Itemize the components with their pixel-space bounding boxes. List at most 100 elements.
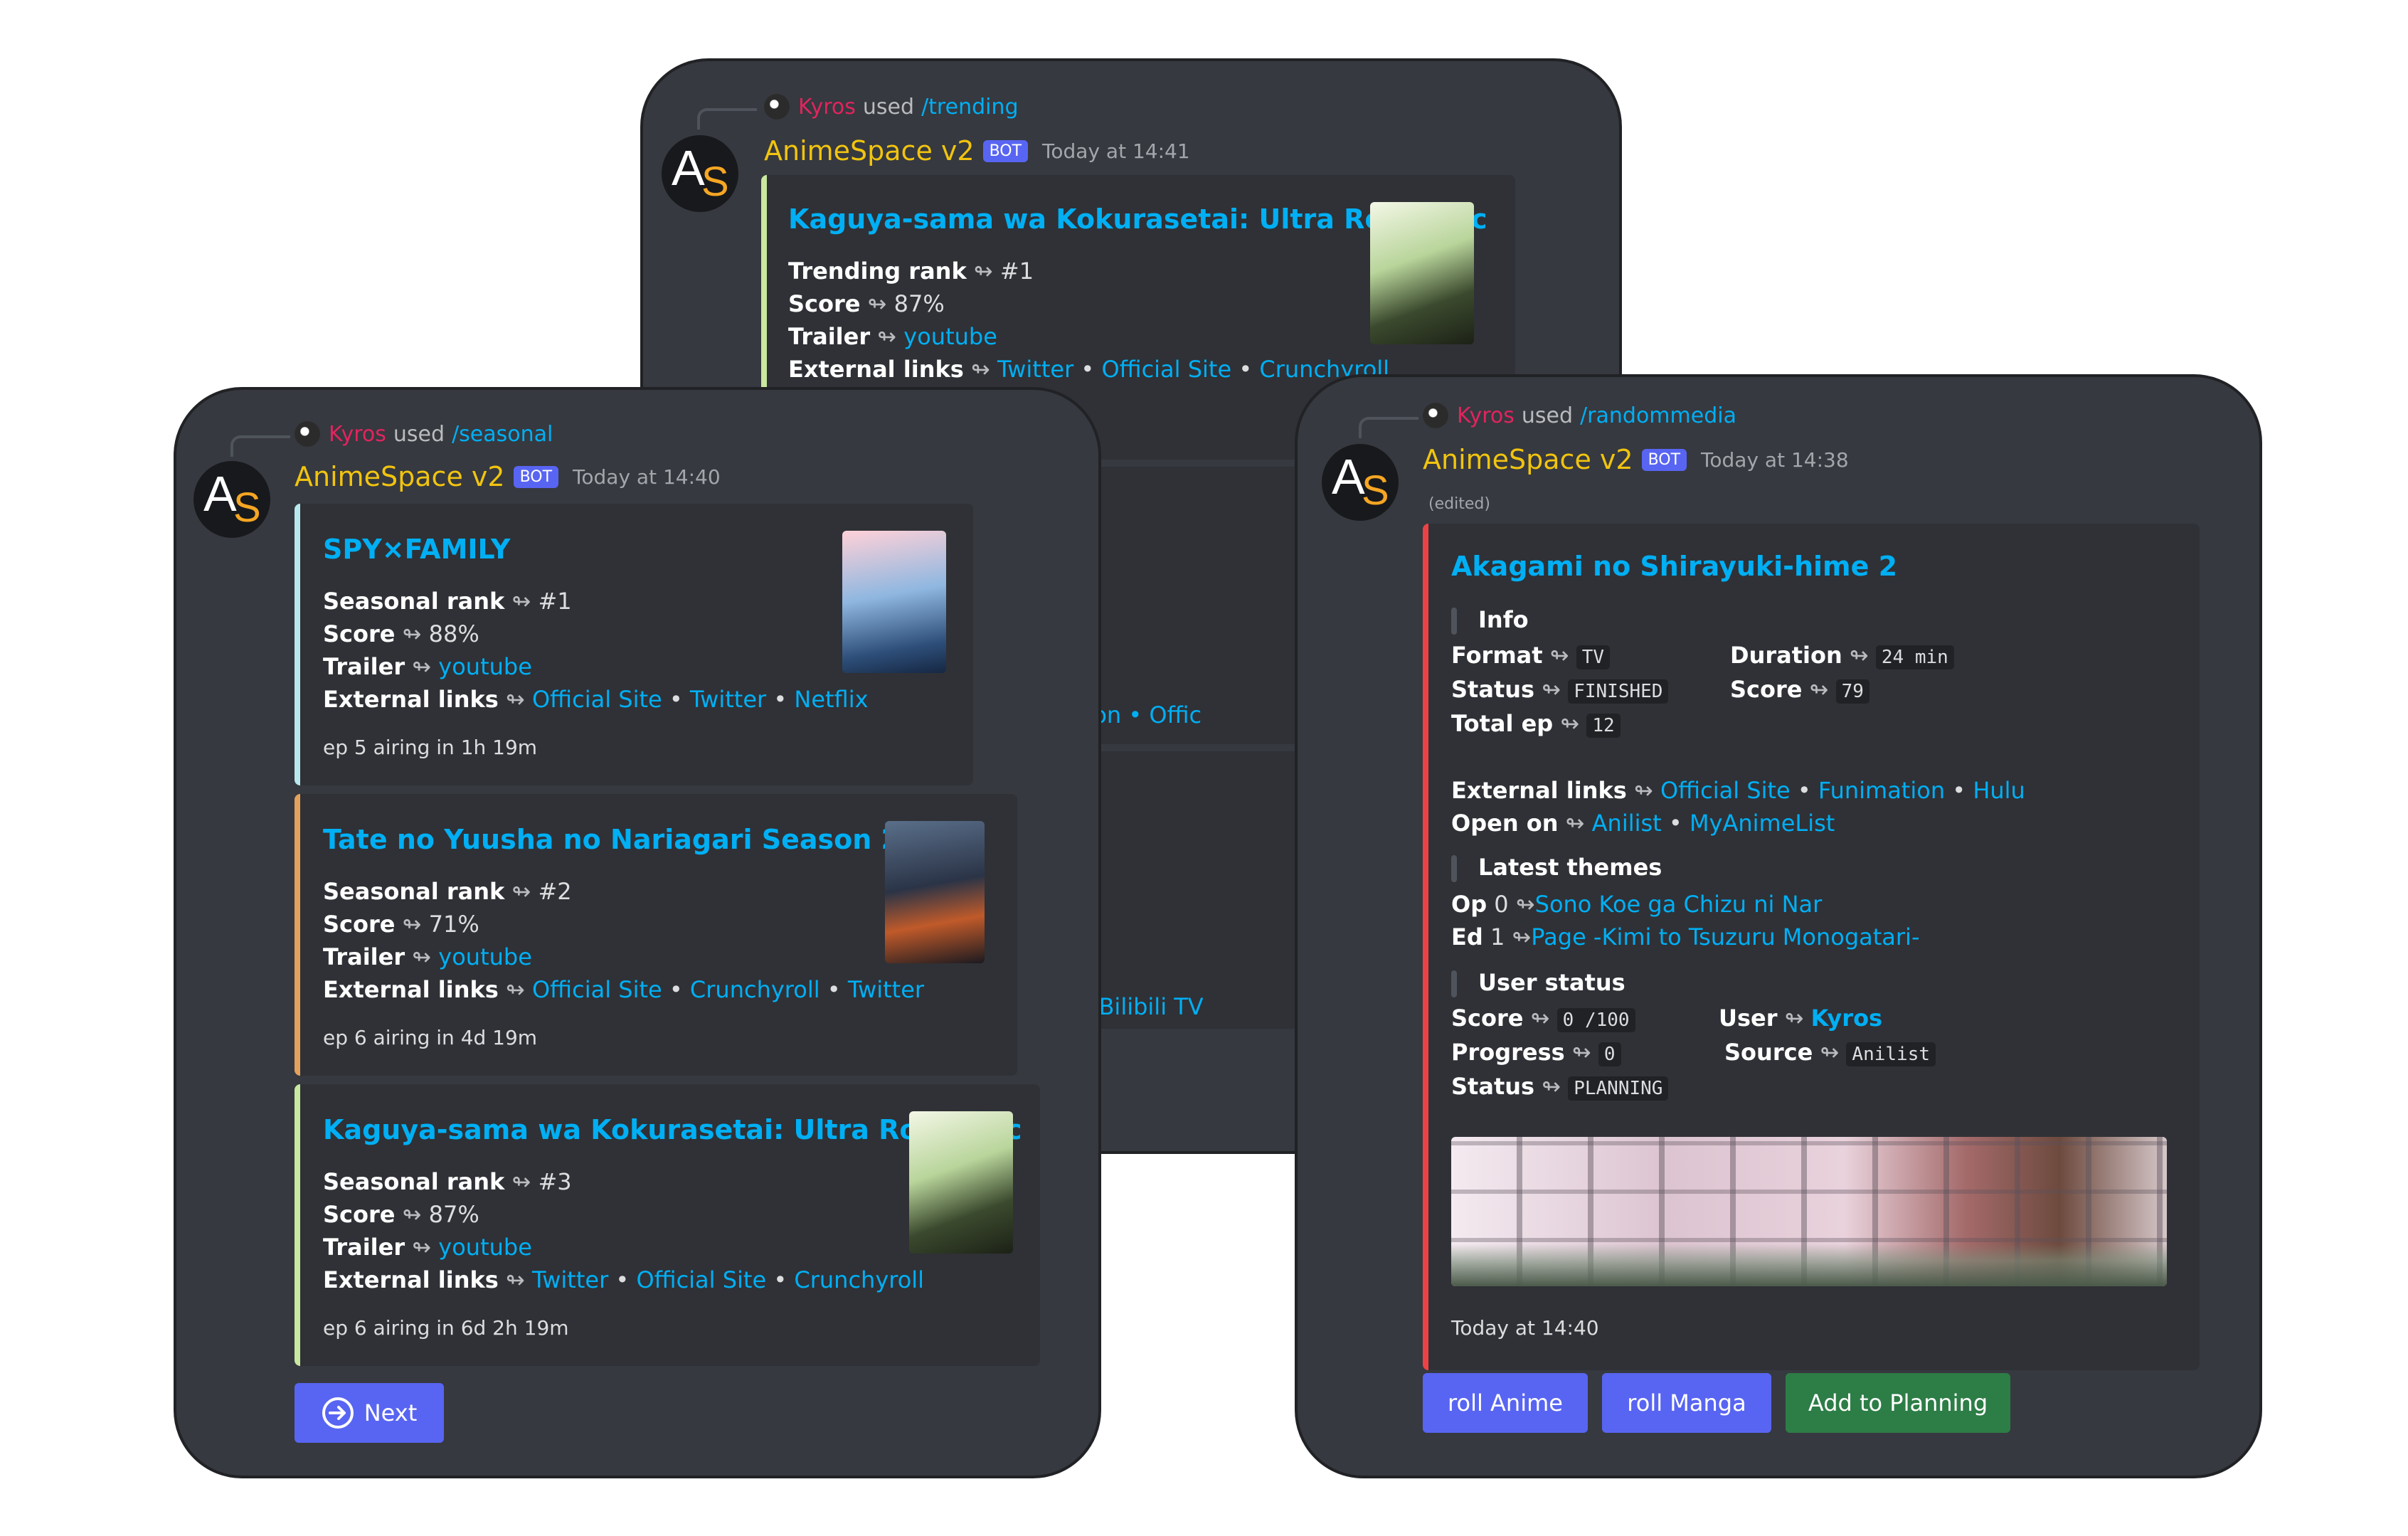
- link-anilist[interactable]: Anilist: [1592, 810, 1662, 837]
- command-name[interactable]: /seasonal: [452, 422, 553, 447]
- status-row: Status ↬ FINISHED: [1451, 676, 1669, 704]
- info-heading: Info: [1451, 606, 1529, 635]
- used-label: used: [393, 421, 445, 447]
- seasonal-embed-2: Tate no Yuusha no Nariagari Season 2 Sea…: [295, 794, 1017, 1076]
- command-user[interactable]: Kyros: [1457, 403, 1515, 428]
- link-crunchyroll[interactable]: Crunchyroll: [690, 976, 820, 1003]
- score-row: Score ↬ 87%: [323, 1201, 479, 1228]
- score-row: Score ↬ 87%: [788, 290, 945, 317]
- embed-footer: Today at 14:40: [1451, 1316, 1599, 1340]
- trailer-link[interactable]: youtube: [438, 653, 532, 680]
- embed-footer: ep 5 airing in 1h 19m: [323, 736, 538, 759]
- trailer-link[interactable]: youtube: [438, 1234, 532, 1261]
- arrow-circle-right-icon: [322, 1397, 354, 1429]
- score-row: Score ↬ 71%: [323, 911, 479, 938]
- link-twitter[interactable]: Twitter: [690, 686, 766, 713]
- add-to-planning-button[interactable]: Add to Planning: [1786, 1373, 2010, 1433]
- command-name[interactable]: /trending: [921, 95, 1018, 120]
- links-row: External links ↬ Official Site • Crunchy…: [323, 976, 925, 1003]
- bot-avatar-icon[interactable]: AS: [193, 461, 270, 538]
- timestamp: Today at 14:40: [573, 465, 721, 489]
- embed-thumbnail[interactable]: [909, 1111, 1013, 1254]
- bot-name[interactable]: AnimeSpace v2: [1423, 444, 1633, 475]
- op-row: Op 0 ↬Sono Koe ga Chizu ni Nar: [1451, 891, 1823, 918]
- source-row: Source ↬ Anilist: [1724, 1039, 1936, 1066]
- randommedia-embed: Akagami no Shirayuki-hime 2 Info Format …: [1423, 524, 2200, 1370]
- progress-row: Progress ↬ 0: [1451, 1039, 1621, 1066]
- bot-name[interactable]: AnimeSpace v2: [295, 461, 505, 492]
- user-row: User ↬ Kyros: [1719, 1005, 1883, 1032]
- embed-thumbnail[interactable]: [842, 531, 946, 673]
- score-row: Score ↬ 79: [1730, 676, 1869, 704]
- bot-tag: BOT: [1641, 448, 1687, 471]
- seasonal-embed-1: SPY×FAMILY Seasonal rank ↬ #1 Score ↬ 88…: [295, 504, 973, 785]
- embed-thumbnail[interactable]: [1370, 202, 1474, 344]
- embed-image[interactable]: [1451, 1137, 2167, 1286]
- command-user[interactable]: Kyros: [329, 422, 386, 447]
- score-row: Score ↬ 88%: [323, 620, 479, 647]
- links-row: External links ↬ Official Site • Twitter…: [323, 686, 869, 713]
- bot-avatar-icon[interactable]: AS: [1322, 444, 1399, 521]
- link-official-site[interactable]: Official Site: [532, 686, 662, 713]
- command-user[interactable]: Kyros: [798, 95, 856, 120]
- themes-heading: Latest themes: [1451, 854, 1662, 882]
- format-row: Format ↬ TV: [1451, 642, 1611, 669]
- message-header: AnimeSpace v2 BOT Today at 14:40: [295, 461, 721, 492]
- link-official-site[interactable]: Official Site: [1101, 356, 1231, 383]
- timestamp: Today at 14:38: [1701, 447, 1849, 472]
- link-crunchyroll[interactable]: Crunchyroll: [794, 1266, 924, 1293]
- embed-footer: ep 6 airing in 6d 2h 19m: [323, 1316, 569, 1340]
- link-funimation[interactable]: Funimation: [1818, 777, 1945, 804]
- command-name[interactable]: /randommedia: [1580, 403, 1736, 428]
- link-official-site[interactable]: Official Site: [636, 1266, 766, 1293]
- reply-line: [697, 108, 757, 129]
- links-row: External links ↬ Twitter • Official Site…: [788, 356, 1390, 383]
- rank-row: Trending rank ↬ #1: [788, 258, 1034, 285]
- trailer-row: Trailer ↬ youtube: [323, 1234, 532, 1261]
- user-link[interactable]: Kyros: [1811, 1005, 1882, 1032]
- link-netflix[interactable]: Netflix: [794, 686, 868, 713]
- foliage: [1451, 1244, 2167, 1286]
- link-myanimelist[interactable]: MyAnimeList: [1690, 810, 1835, 837]
- bot-tag: BOT: [513, 465, 559, 488]
- duration-row: Duration ↬ 24 min: [1730, 642, 1954, 669]
- embed-footer: ep 6 airing in 4d 19m: [323, 1026, 538, 1049]
- link-twitter[interactable]: Twitter: [532, 1266, 608, 1293]
- link-official-site[interactable]: Official Site: [1660, 777, 1791, 804]
- embed-title[interactable]: Akagami no Shirayuki-hime 2: [1451, 551, 1897, 582]
- next-button[interactable]: Next: [295, 1383, 444, 1443]
- next-button-label: Next: [364, 1399, 418, 1426]
- command-reference: Kyros used /trending: [764, 94, 1019, 120]
- embed-thumbnail[interactable]: [885, 821, 985, 963]
- op-link[interactable]: Sono Koe ga Chizu ni Nar: [1535, 891, 1823, 918]
- timestamp: Today at 14:41: [1042, 139, 1190, 163]
- randommedia-card: Kyros used /randommedia AS AnimeSpace v2…: [1295, 374, 2262, 1478]
- user-avatar-icon: [295, 421, 320, 447]
- command-reference: Kyros used /seasonal: [295, 421, 553, 447]
- user-score-row: Score ↬ 0 /100: [1451, 1005, 1635, 1032]
- link-official-site[interactable]: Official Site: [532, 976, 662, 1003]
- ed-link[interactable]: Page -Kimi to Tsuzuru Monogatari-: [1531, 923, 1919, 950]
- roll-anime-button[interactable]: roll Anime: [1423, 1373, 1588, 1433]
- link-twitter[interactable]: Twitter: [997, 356, 1073, 383]
- edited-label: (edited): [1428, 495, 1490, 513]
- reply-line: [230, 435, 290, 457]
- link-hulu[interactable]: Hulu: [1973, 777, 2025, 804]
- open-on-row: Open on ↬ Anilist • MyAnimeList: [1451, 810, 1835, 837]
- embed-title[interactable]: SPY×FAMILY: [323, 534, 510, 565]
- roll-manga-button[interactable]: roll Manga: [1602, 1373, 1771, 1433]
- user-avatar-icon: [1423, 403, 1448, 428]
- link-twitter[interactable]: Twitter: [848, 976, 924, 1003]
- ed-row: Ed 1 ↬Page -Kimi to Tsuzuru Monogatari-: [1451, 923, 1920, 950]
- rank-row: Seasonal rank ↬ #3: [323, 1168, 572, 1195]
- seasonal-embed-3: Kaguya-sama wa Kokurasetai: Ultra Romant…: [295, 1084, 1040, 1366]
- message-header: AnimeSpace v2 BOT Today at 14:38: [1423, 444, 1849, 475]
- trailer-link[interactable]: youtube: [903, 323, 997, 350]
- bot-tag: BOT: [982, 139, 1029, 162]
- bot-avatar-icon[interactable]: AS: [662, 135, 738, 212]
- bot-name[interactable]: AnimeSpace v2: [764, 135, 975, 166]
- trailer-link[interactable]: youtube: [438, 943, 532, 970]
- embed-title[interactable]: Tate no Yuusha no Nariagari Season 2: [323, 824, 900, 855]
- trailer-row: Trailer ↬ youtube: [323, 943, 532, 970]
- user-avatar-icon: [764, 94, 790, 120]
